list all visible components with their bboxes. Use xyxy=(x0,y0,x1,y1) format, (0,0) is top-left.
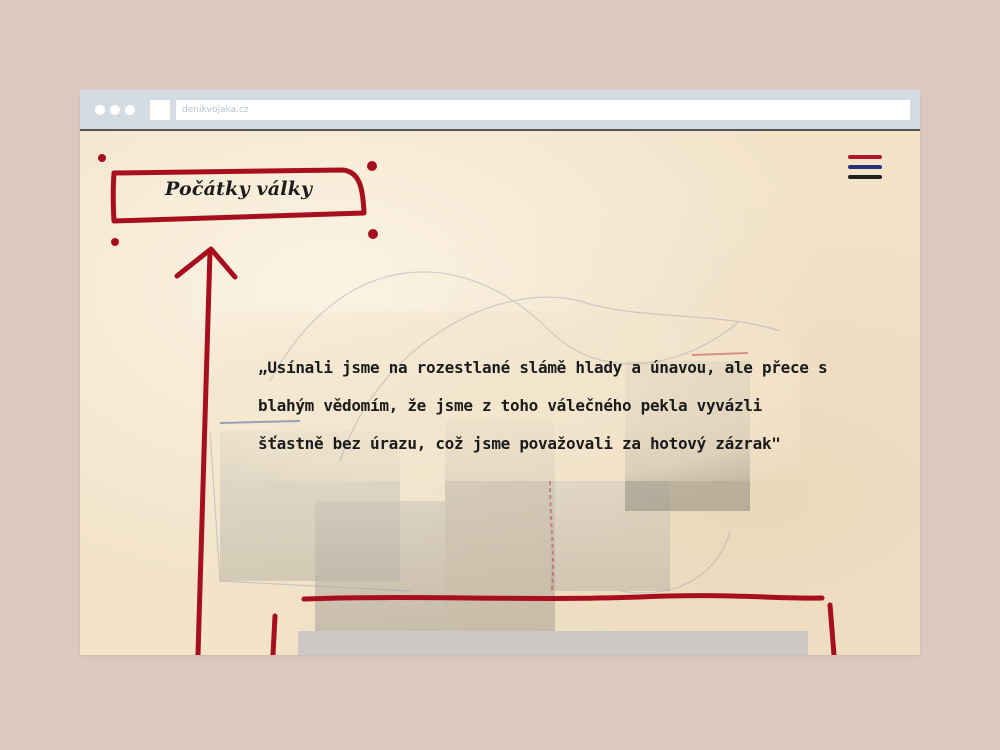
hamburger-menu-button[interactable] xyxy=(846,151,884,185)
page-content: Počátky války „Usínali jsme na rozestlan… xyxy=(80,131,920,655)
section-title-link[interactable]: Počátky války xyxy=(165,178,312,200)
menu-bar-red xyxy=(848,155,882,159)
menu-bar-blue xyxy=(848,165,882,169)
arrow-up-icon xyxy=(174,246,238,655)
content-placeholder-box xyxy=(298,631,808,655)
tab-icon[interactable] xyxy=(150,100,170,120)
window-control-dot-icon[interactable] xyxy=(95,105,105,115)
address-bar[interactable]: denikvojaka.cz xyxy=(176,100,910,120)
browser-toolbar: denikvojaka.cz xyxy=(80,90,920,131)
window-control-dot-icon[interactable] xyxy=(110,105,120,115)
menu-bar-black xyxy=(848,175,882,179)
window-control-dot-icon[interactable] xyxy=(125,105,135,115)
quote-text: „Usínali jsme na rozestlané slámě hlady … xyxy=(258,358,828,453)
browser-window: denikvojaka.cz Počátky války „Usínali js… xyxy=(80,90,920,655)
